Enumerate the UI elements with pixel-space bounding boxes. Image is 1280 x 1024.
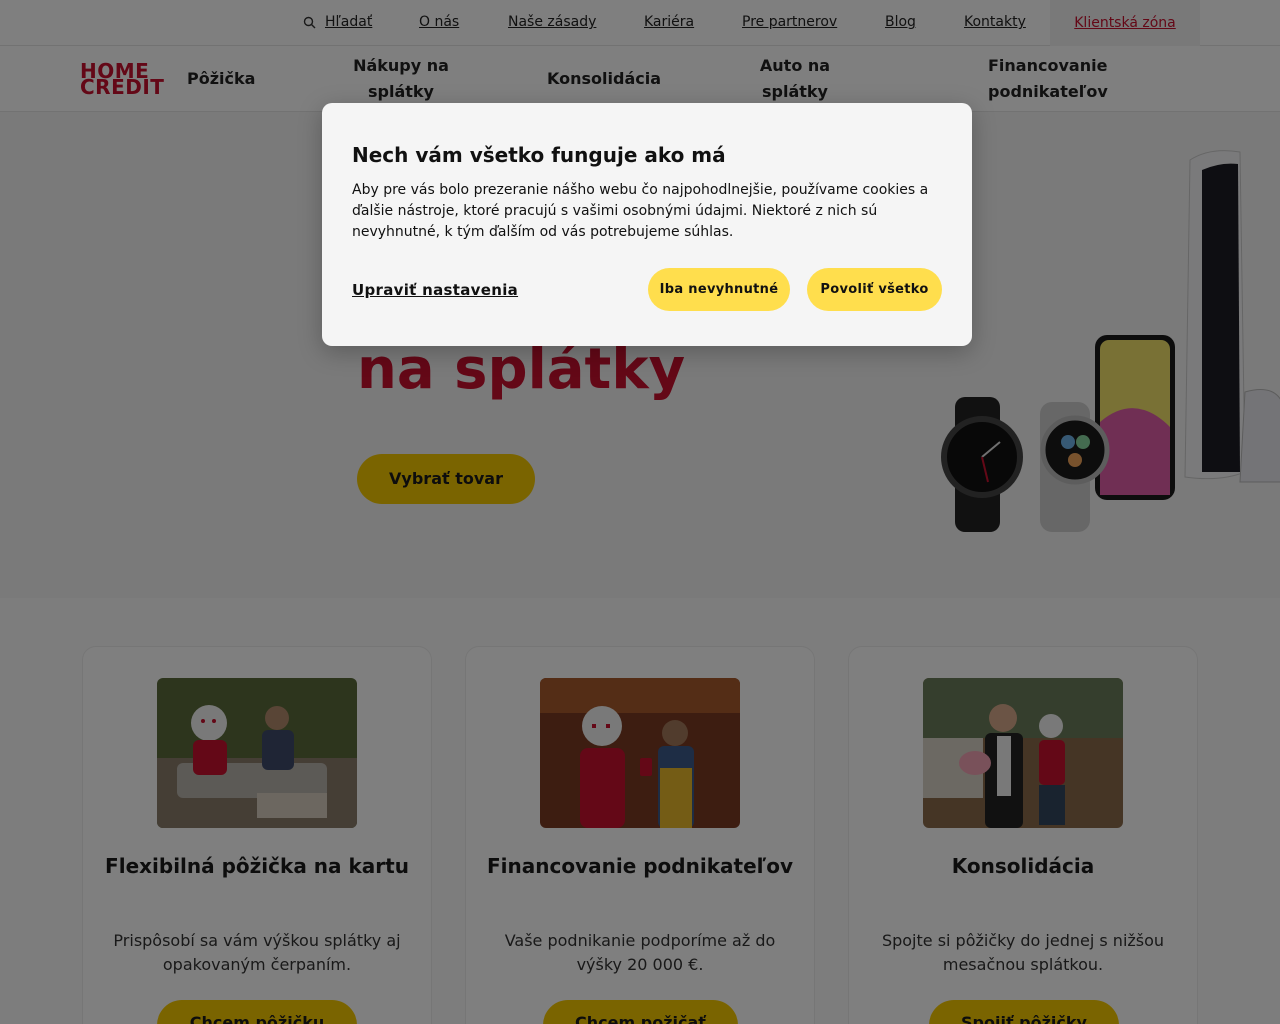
cookie-dialog-title: Nech vám všetko funguje ako má xyxy=(352,143,726,167)
cookie-dialog-text: Aby pre vás bolo prezeranie nášho webu č… xyxy=(352,182,929,240)
cookie-settings-link[interactable]: Upraviť nastavenia xyxy=(352,281,518,299)
allow-all-button[interactable]: Povoliť všetko xyxy=(807,268,942,311)
cookie-consent-dialog: Nech vám všetko funguje ako má Aby pre v… xyxy=(322,103,972,346)
necessary-only-button[interactable]: Iba nevyhnutné xyxy=(648,268,790,311)
